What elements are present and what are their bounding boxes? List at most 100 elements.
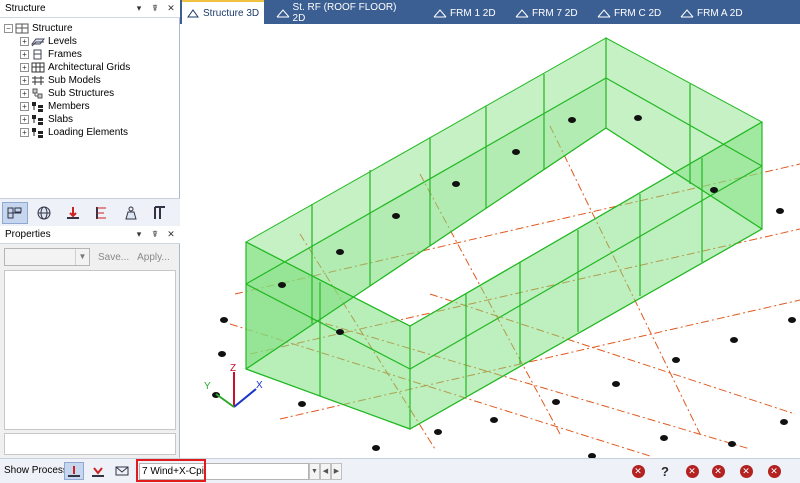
error-button[interactable]: ✕ (766, 463, 782, 479)
pin-icon[interactable]: ☤ (148, 228, 162, 242)
axis-z-label: Z (230, 363, 236, 374)
structure-panel-header: Structure ▾ ☤ ✕ (0, 0, 180, 18)
tab-frm-7[interactable]: FRM 7 2D (511, 2, 581, 24)
error-button[interactable]: ✕ (710, 463, 726, 479)
close-icon[interactable]: ✕ (164, 228, 178, 242)
chevron-down-icon: ▼ (75, 249, 89, 265)
panel-menu-icon[interactable]: ▾ (132, 228, 146, 242)
tab-2d-icon (276, 9, 290, 18)
help-icon: ? (661, 463, 669, 479)
expand-icon[interactable]: + (20, 128, 29, 137)
structure-panel-title: Structure (5, 3, 46, 14)
tree-item-sub-models[interactable]: + Sub Models (20, 74, 130, 87)
properties-panel-title: Properties (5, 229, 51, 240)
tree-item-label: Loading Elements (48, 127, 129, 138)
tree-item-frames[interactable]: + Frames (20, 48, 130, 61)
tab-roof-floor[interactable]: St. RF (ROOF FLOOR) 2D (272, 2, 408, 24)
tab-3d-icon (187, 9, 199, 18)
tree-item-label: Sub Models (48, 75, 101, 86)
help-button[interactable]: ? (657, 463, 673, 479)
members-icon (31, 101, 45, 112)
tab-frm-1[interactable]: FRM 1 2D (429, 2, 499, 24)
error-icon: ✕ (767, 464, 781, 478)
tree-item-loading-elements[interactable]: + Loading Elements (20, 126, 130, 139)
tab-2d-icon (597, 9, 611, 18)
error-icon: ✕ (711, 464, 725, 478)
structure-toolbar (0, 198, 180, 226)
tab-label: FRM 7 2D (532, 7, 578, 19)
tab-label: FRM 1 2D (450, 7, 496, 19)
slabs-icon (31, 114, 45, 125)
properties-toolbar: ▼ Save... Apply... (4, 248, 170, 266)
message-icon[interactable] (112, 462, 132, 480)
section-icon[interactable] (147, 202, 173, 224)
grid-icon (31, 62, 45, 73)
expand-icon[interactable]: + (20, 50, 29, 59)
app-window: Structure ▾ ☤ ✕ − Structure + Levels + F… (0, 0, 800, 483)
load-results-icon[interactable] (88, 462, 108, 480)
tab-label: FRM A 2D (697, 7, 743, 19)
apply-button[interactable]: Apply... (137, 252, 170, 263)
tab-label: St. RF (ROOF FLOOR) 2D (292, 2, 397, 24)
properties-panel: Properties ▾ ☤ ✕ ▼ Save... Apply... (0, 226, 180, 458)
structure-icon (15, 23, 29, 34)
error-icon: ✕ (739, 464, 753, 478)
collapse-icon[interactable]: − (4, 24, 13, 33)
properties-grid[interactable] (4, 270, 176, 430)
show-process-label: Show Process (4, 465, 68, 476)
load-view-icon[interactable] (64, 462, 84, 480)
panel-menu-icon[interactable]: ▾ (132, 2, 146, 16)
tab-label: FRM C 2D (614, 7, 662, 19)
axis-y-label: Y (204, 381, 211, 392)
error-icon: ✕ (685, 464, 699, 478)
tree-item-label: Sub Structures (48, 88, 115, 99)
structure-3d-viewport[interactable]: Z X Y (180, 24, 800, 458)
tree-item-levels[interactable]: + Levels (20, 35, 130, 48)
tree-item-label: Frames (48, 49, 82, 60)
expand-icon[interactable]: + (20, 76, 29, 85)
model-canvas[interactable]: Z X Y (180, 24, 800, 458)
structure-view-icon[interactable] (2, 201, 28, 224)
tab-frm-c[interactable]: FRM C 2D (593, 2, 665, 24)
close-icon[interactable]: ✕ (164, 2, 178, 16)
expand-icon[interactable]: + (20, 37, 29, 46)
globe-icon[interactable] (31, 202, 57, 224)
tree-item-sub-structures[interactable]: + Sub Structures (20, 87, 130, 100)
axis-x-label: X (256, 380, 263, 391)
tab-frm-a[interactable]: FRM A 2D (676, 2, 748, 24)
tab-structure-3d[interactable]: Structure 3D (182, 0, 264, 24)
previous-load-case-icon[interactable]: ◀ (320, 463, 331, 480)
tree-item-members[interactable]: + Members (20, 100, 130, 113)
error-icon: ✕ (631, 464, 645, 478)
weight-icon[interactable] (118, 202, 144, 224)
loading-icon (31, 127, 45, 138)
error-button[interactable]: ✕ (630, 463, 646, 479)
tab-label: Structure 3D (203, 7, 260, 19)
pin-icon[interactable]: ☤ (148, 2, 162, 16)
expand-icon[interactable]: + (20, 115, 29, 124)
expand-icon[interactable]: + (20, 89, 29, 98)
tree-item-architectural-grids[interactable]: + Architectural Grids (20, 61, 130, 74)
tree-item-label: Members (48, 101, 90, 112)
error-button[interactable]: ✕ (738, 463, 754, 479)
tree-item-slabs[interactable]: + Slabs (20, 113, 130, 126)
levels-list-icon[interactable] (89, 202, 115, 224)
next-load-case-icon[interactable]: ▶ (331, 463, 342, 480)
status-bar: Show Process 7 Wind+X-Cpi ▼ ◀ ▶ ✕ ? ✕ ✕ … (0, 458, 800, 483)
tree-item-structure[interactable]: − Structure (4, 22, 130, 35)
error-button[interactable]: ✕ (684, 463, 700, 479)
document-tabs: Structure 3D St. RF (ROOF FLOOR) 2D FRM … (180, 0, 800, 24)
load-case-dropdown-icon[interactable]: ▼ (309, 463, 320, 480)
load-icon[interactable] (60, 202, 86, 224)
properties-panel-header: Properties ▾ ☤ ✕ (0, 226, 180, 244)
tab-2d-icon (433, 9, 447, 18)
tab-2d-icon (515, 9, 529, 18)
expand-icon[interactable]: + (20, 63, 29, 72)
properties-select[interactable]: ▼ (4, 248, 90, 266)
expand-icon[interactable]: + (20, 102, 29, 111)
submodels-icon (31, 75, 45, 86)
tree-item-label: Levels (48, 36, 77, 47)
tree-item-label: Structure (32, 23, 73, 34)
tab-2d-icon (680, 9, 694, 18)
save-button[interactable]: Save... (98, 252, 129, 263)
